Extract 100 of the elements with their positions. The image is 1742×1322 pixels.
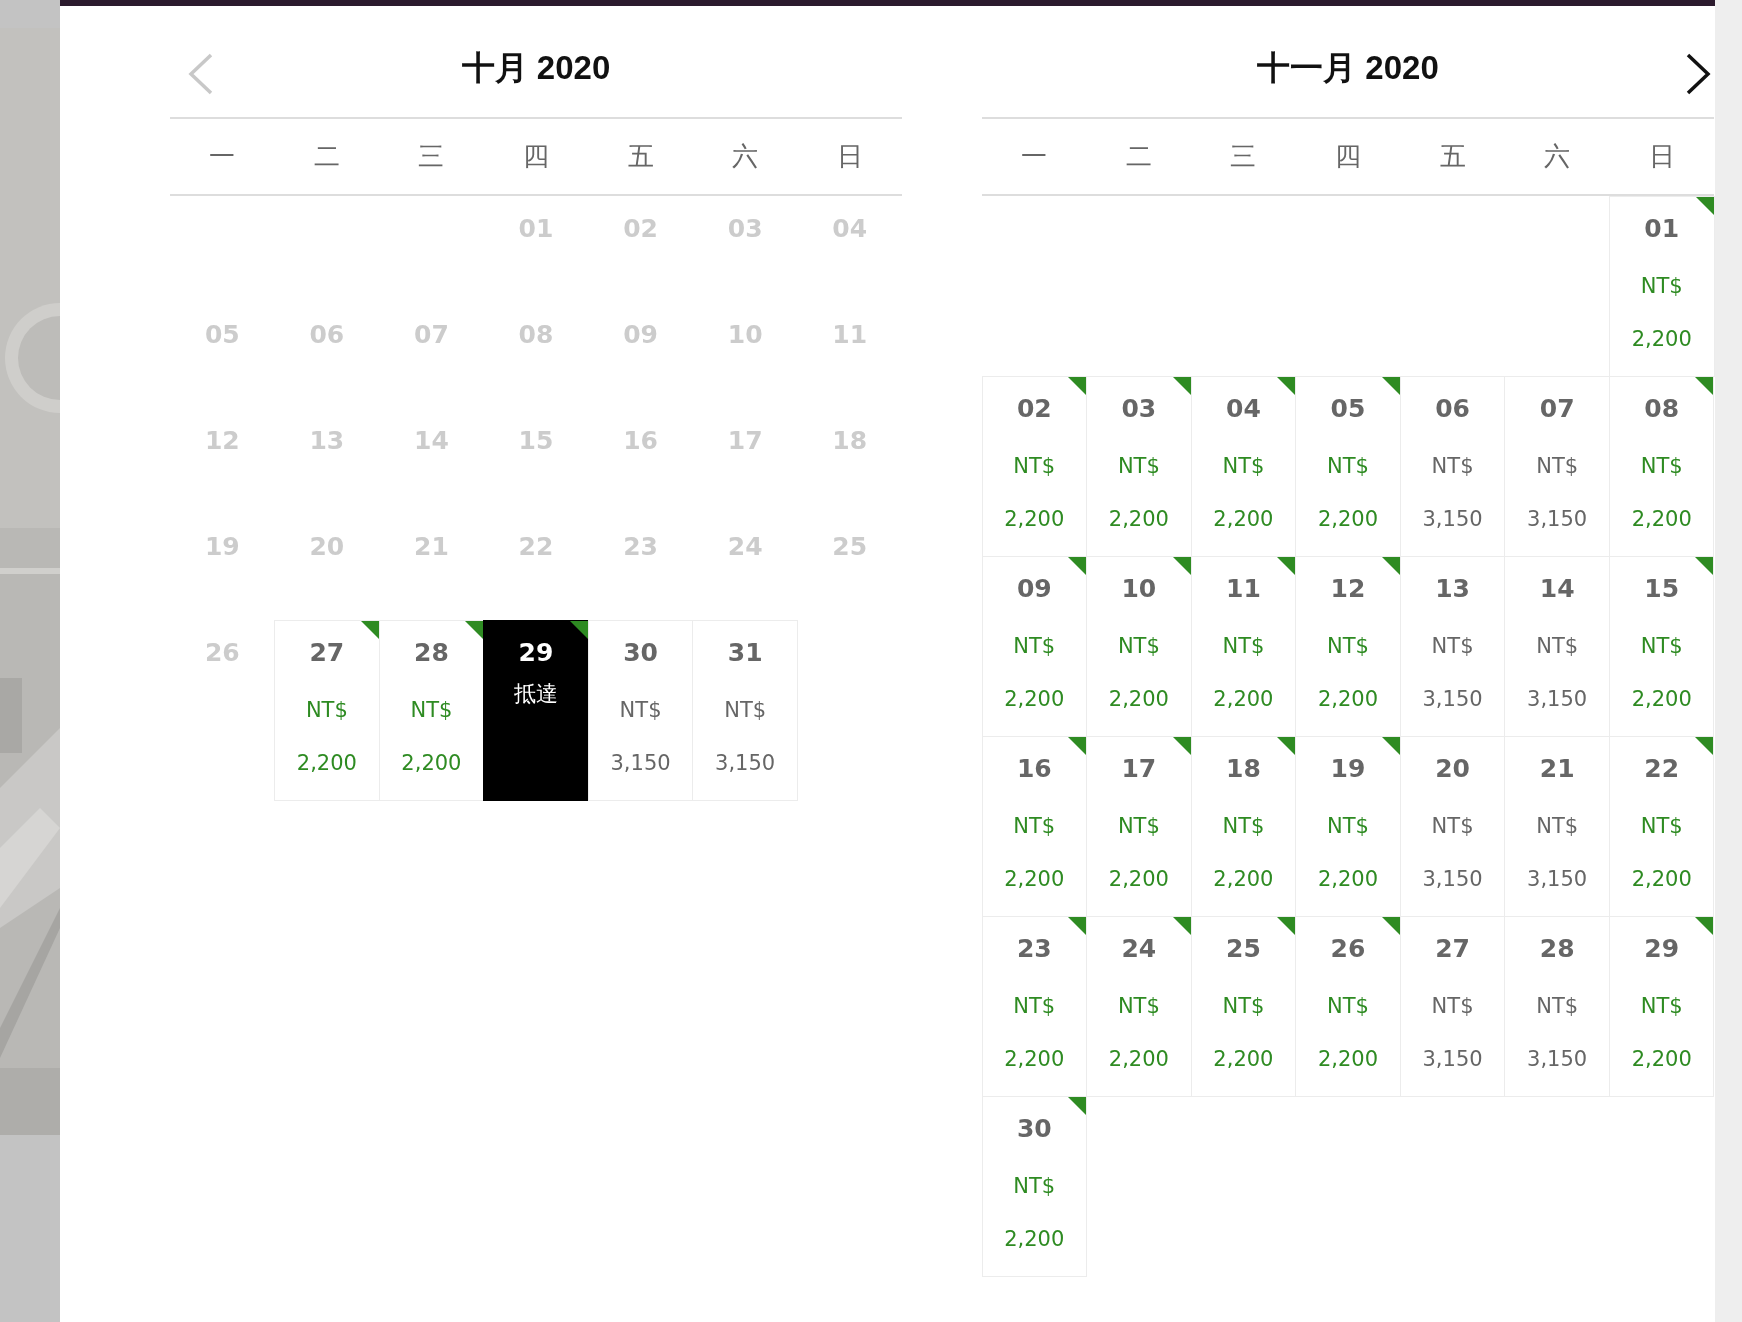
currency-label: NT$ — [1640, 813, 1683, 838]
day-number: 12 — [1330, 573, 1366, 603]
day-number: 29 — [518, 637, 554, 667]
day-cell[interactable]: 09 NT$ 2,200 — [981, 555, 1088, 737]
day-cell[interactable]: 29 NT$ 2,200 — [1608, 915, 1715, 1097]
arrival-label: 抵達 — [514, 679, 558, 708]
day-number: 02 — [1016, 393, 1052, 423]
currency-label: NT$ — [1222, 633, 1265, 658]
day-number: 25 — [1226, 933, 1261, 963]
day-number: 16 — [1016, 753, 1052, 783]
price-label: 3,150 — [1527, 866, 1588, 891]
currency-label: NT$ — [1013, 993, 1056, 1018]
day-number: 09 — [1016, 573, 1052, 603]
day-cell[interactable]: 26 NT$ 2,200 — [1295, 915, 1401, 1097]
day-number: 05 — [1330, 393, 1366, 423]
day-cell[interactable]: 23 NT$ 2,200 — [981, 915, 1088, 1097]
price-label: 2,200 — [296, 750, 357, 775]
day-number: 30 — [623, 637, 658, 667]
price-label: 2,200 — [1213, 686, 1274, 711]
day-cell[interactable]: 25 NT$ 2,200 — [1190, 915, 1297, 1097]
price-label: 2,200 — [1108, 1046, 1169, 1071]
weekday-label: 一 — [1021, 140, 1048, 173]
currency-label: NT$ — [1013, 633, 1056, 658]
day-number: 20 — [1435, 753, 1470, 783]
currency-label: NT$ — [724, 697, 767, 722]
weekday-label: 二 — [313, 140, 340, 173]
day-number: 24 — [1121, 933, 1157, 963]
day-number: 10 — [1121, 573, 1157, 603]
weekday-label: 三 — [418, 140, 445, 173]
currency-label: NT$ — [1640, 633, 1683, 658]
price-label: 2,200 — [1108, 686, 1169, 711]
price-label: 2,200 — [1631, 866, 1692, 891]
currency-label: NT$ — [1327, 453, 1369, 478]
currency-label: NT$ — [1327, 993, 1369, 1018]
price-label: 3,150 — [1422, 686, 1483, 711]
month-title: 十月 2020 — [461, 48, 611, 88]
price-label: 2,200 — [1631, 326, 1692, 351]
day-number: 26 — [1330, 933, 1366, 963]
currency-label: NT$ — [619, 697, 662, 722]
day-number: 13 — [1435, 573, 1470, 603]
price-label: 2,200 — [1004, 1226, 1065, 1251]
day-cell[interactable]: 01 NT$ 2,200 — [1608, 195, 1715, 377]
day-number: 06 — [1435, 393, 1470, 423]
price-label: 3,150 — [610, 750, 671, 775]
weekday-label: 六 — [1544, 140, 1571, 173]
currency-label: NT$ — [1013, 1173, 1056, 1198]
price-label: 2,200 — [1108, 866, 1169, 891]
day-cell[interactable]: 16 NT$ 2,200 — [981, 735, 1088, 917]
price-label: 3,150 — [1422, 866, 1483, 891]
price-label: 2,200 — [1317, 1046, 1379, 1071]
currency-label: NT$ — [1431, 633, 1474, 658]
weekday-label: 二 — [1125, 140, 1152, 173]
day-cell[interactable]: 30 NT$ 3,150 — [587, 619, 694, 801]
weekday-label: 三 — [1230, 140, 1257, 173]
day-number: 17 — [1121, 753, 1157, 783]
price-label: 2,200 — [1213, 1046, 1274, 1071]
day-number: 27 — [1435, 933, 1470, 963]
day-cell[interactable]: 29 抵達 — [483, 619, 589, 801]
weekday-label: 四 — [523, 140, 549, 173]
price-label: 2,200 — [1317, 866, 1379, 891]
day-number: 07 — [1539, 393, 1575, 423]
price-label: 3,150 — [1527, 686, 1588, 711]
currency-label: NT$ — [1327, 633, 1369, 658]
day-cell[interactable]: 02 NT$ 2,200 — [981, 375, 1088, 557]
day-cell[interactable]: 24 NT$ 2,200 — [1086, 915, 1192, 1097]
day-number: 21 — [1539, 753, 1575, 783]
weekday-label: 日 — [836, 140, 863, 173]
day-cell[interactable]: 31 NT$ 3,150 — [692, 619, 798, 801]
price-label: 3,150 — [715, 750, 776, 775]
price-label: 2,200 — [1213, 506, 1274, 531]
currency-label: NT$ — [1536, 633, 1579, 658]
currency-label: NT$ — [1222, 993, 1265, 1018]
price-label: 2,200 — [401, 750, 462, 775]
day-number: 04 — [1226, 393, 1261, 423]
day-number: 30 — [1016, 1113, 1052, 1143]
currency-label: NT$ — [1431, 453, 1474, 478]
price-label: 3,150 — [1422, 1046, 1483, 1071]
day-number: 18 — [1226, 753, 1261, 783]
currency-label: NT$ — [1222, 453, 1265, 478]
currency-label: NT$ — [410, 697, 453, 722]
weekday-label: 四 — [1335, 140, 1361, 173]
day-number: 28 — [414, 637, 449, 667]
currency-label: NT$ — [1536, 993, 1579, 1018]
weekday-label: 五 — [1439, 140, 1466, 173]
day-number: 28 — [1539, 933, 1575, 963]
day-number: 08 — [1644, 393, 1680, 423]
weekday-label: 一 — [209, 140, 236, 173]
currency-label: NT$ — [1640, 993, 1683, 1018]
day-number: 14 — [1539, 573, 1575, 603]
day-cell[interactable]: 30 NT$ 2,200 — [981, 1095, 1088, 1277]
price-label: 2,200 — [1317, 686, 1379, 711]
currency-label: NT$ — [1327, 813, 1369, 838]
price-label: 3,150 — [1527, 506, 1588, 531]
currency-label: NT$ — [1536, 813, 1579, 838]
month-title: 十一月 2020 — [1257, 48, 1439, 88]
day-cell[interactable]: 28 NT$ 2,200 — [378, 619, 485, 801]
day-number: 03 — [1121, 393, 1157, 423]
day-number: 31 — [727, 637, 763, 667]
day-cell[interactable]: 27 NT$ 2,200 — [274, 619, 380, 801]
price-label: 2,200 — [1631, 506, 1692, 531]
